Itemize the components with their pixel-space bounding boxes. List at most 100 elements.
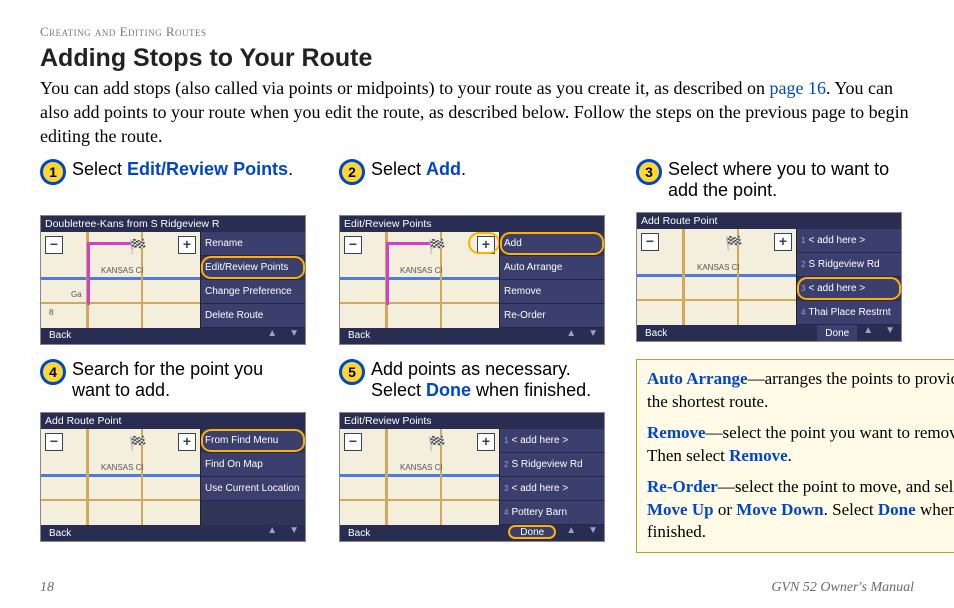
zoom-out-button[interactable]: − bbox=[45, 236, 63, 254]
step-2: 2 Select Add. Edit/Review Points 🏁 − + K… bbox=[339, 159, 629, 345]
gps3-title: Add Route Point bbox=[641, 215, 717, 227]
desc-reorder-1: —select the point to move, and select bbox=[718, 477, 954, 496]
desc-remove-2: . bbox=[788, 446, 792, 465]
flag-icon: 🏁 bbox=[428, 435, 445, 452]
menu-item-add-here-2[interactable]: < add here > bbox=[500, 477, 604, 501]
menu-item-auto-arrange[interactable]: Auto Arrange bbox=[500, 256, 604, 280]
gps4-map: 🏁 − + KANSAS CI bbox=[41, 429, 200, 525]
menu-item-from-find[interactable]: From Find Menu bbox=[201, 429, 305, 453]
term-remove-2: Remove bbox=[729, 446, 788, 465]
gps5-menu: < add here > S Ridgeview Rd < add here >… bbox=[499, 429, 604, 525]
desc-reorder-2: . Select bbox=[824, 500, 878, 519]
step-2-post: . bbox=[461, 159, 466, 179]
zoom-in-button[interactable]: + bbox=[774, 233, 792, 251]
page-16-link[interactable]: page 16 bbox=[770, 78, 826, 98]
map-label: KANSAS CI bbox=[697, 263, 740, 272]
scroll-down-icon[interactable]: ▼ bbox=[283, 525, 305, 541]
step-5-post: when finished. bbox=[471, 380, 591, 400]
menu-item-current-loc[interactable]: Use Current Location bbox=[201, 477, 305, 501]
done-button[interactable]: Done bbox=[817, 325, 857, 341]
gps4-title: Add Route Point bbox=[45, 415, 121, 427]
back-button[interactable]: Back bbox=[340, 328, 378, 344]
menu-item-change-pref[interactable]: Change Preference bbox=[201, 280, 305, 304]
scroll-up-icon[interactable]: ▲ bbox=[857, 325, 879, 341]
intro-paragraph: You can add stops (also called via point… bbox=[40, 77, 914, 149]
step-badge-5: 5 bbox=[339, 359, 365, 385]
gps3-map: 🏁 − + KANSAS CI bbox=[637, 229, 796, 325]
menu-item-delete-route[interactable]: Delete Route bbox=[201, 304, 305, 328]
menu-item-add-here-2[interactable]: < add here > bbox=[797, 277, 901, 301]
gps1-map: 🏁 − + KANSAS CI Ga 8 bbox=[41, 232, 200, 328]
scroll-up-icon[interactable]: ▲ bbox=[261, 328, 283, 344]
menu-item-rename[interactable]: Rename bbox=[201, 232, 305, 256]
gps-screenshot-2: Edit/Review Points 🏁 − + KANSAS CI Add A… bbox=[339, 215, 605, 345]
intro-text-1: You can add stops (also called via point… bbox=[40, 78, 770, 98]
step-badge-1: 1 bbox=[40, 159, 66, 185]
step-4-line-a: Search for the point you bbox=[72, 359, 263, 379]
flag-icon: 🏁 bbox=[725, 235, 742, 252]
scroll-down-icon[interactable]: ▼ bbox=[879, 325, 901, 341]
menu-item-add[interactable]: Add bbox=[500, 232, 604, 256]
gps1-title: Doubletree-Kans from S Ridgeview R bbox=[45, 218, 220, 230]
map-label: KANSAS CI bbox=[400, 266, 443, 275]
scroll-down-icon[interactable]: ▼ bbox=[582, 525, 604, 541]
back-button[interactable]: Back bbox=[41, 525, 79, 541]
gps1-menu: Rename Edit/Review Points Change Prefere… bbox=[200, 232, 305, 328]
zoom-out-button[interactable]: − bbox=[641, 233, 659, 251]
step-1: 1 Select Edit/Review Points. Doubletree-… bbox=[40, 159, 330, 345]
menu-item-reorder[interactable]: Re-Order bbox=[500, 304, 604, 328]
step-5-bold: Done bbox=[426, 380, 471, 400]
menu-item-find-on-map[interactable]: Find On Map bbox=[201, 453, 305, 477]
page-title: Adding Stops to Your Route bbox=[40, 44, 914, 73]
gps2-menu: Add Auto Arrange Remove Re-Order bbox=[499, 232, 604, 328]
step-5-pre: Select bbox=[371, 380, 426, 400]
gps-screenshot-4: Add Route Point 🏁 − + KANSAS CI From Fin… bbox=[40, 412, 306, 542]
term-remove: Remove bbox=[647, 423, 706, 442]
zoom-in-button[interactable]: + bbox=[178, 433, 196, 451]
menu-item-remove[interactable]: Remove bbox=[500, 280, 604, 304]
zoom-out-button[interactable]: − bbox=[344, 236, 362, 254]
page-number: 18 bbox=[40, 580, 54, 596]
menu-item-add-here-1[interactable]: < add here > bbox=[797, 229, 901, 253]
step-3-line-a: Select where you to want to bbox=[668, 159, 889, 179]
menu-item-ridgeview[interactable]: S Ridgeview Rd bbox=[500, 453, 604, 477]
back-button[interactable]: Back bbox=[340, 525, 378, 541]
term-auto-arrange: Auto Arrange bbox=[647, 369, 748, 388]
step-2-bold: Add bbox=[426, 159, 461, 179]
gps-screenshot-3: Add Route Point 🏁 − + KANSAS CI < add he… bbox=[636, 212, 902, 342]
map-label: KANSAS CI bbox=[101, 266, 144, 275]
zoom-out-button[interactable]: − bbox=[344, 433, 362, 451]
term-movedown: Move Down bbox=[736, 500, 823, 519]
term-done: Done bbox=[878, 500, 916, 519]
step-4-line-b: want to add. bbox=[72, 380, 170, 400]
section-label: Creating and Editing Routes bbox=[40, 24, 914, 40]
gps5-title: Edit/Review Points bbox=[344, 415, 432, 427]
menu-item-edit-review[interactable]: Edit/Review Points bbox=[201, 256, 305, 280]
zoom-out-button[interactable]: − bbox=[45, 433, 63, 451]
term-moveup: Move Up bbox=[647, 500, 714, 519]
term-reorder: Re-Order bbox=[647, 477, 718, 496]
step-3-line-b: add the point. bbox=[668, 180, 777, 200]
menu-item-thai-place[interactable]: Thai Place Restrnt bbox=[797, 301, 901, 325]
menu-item-pottery-barn[interactable]: Pottery Barn bbox=[500, 501, 604, 525]
menu-item-ridgeview[interactable]: S Ridgeview Rd bbox=[797, 253, 901, 277]
scroll-up-icon[interactable]: ▲ bbox=[261, 525, 283, 541]
back-button[interactable]: Back bbox=[637, 325, 675, 341]
gps4-menu: From Find Menu Find On Map Use Current L… bbox=[200, 429, 305, 525]
back-button[interactable]: Back bbox=[41, 328, 79, 344]
manual-name: GVN 52 Owner's Manual bbox=[771, 580, 914, 596]
scroll-down-icon[interactable]: ▼ bbox=[582, 328, 604, 344]
scroll-up-icon[interactable]: ▲ bbox=[560, 525, 582, 541]
gps3-menu: < add here > S Ridgeview Rd < add here >… bbox=[796, 229, 901, 325]
menu-item-add-here-1[interactable]: < add here > bbox=[500, 429, 604, 453]
zoom-in-button[interactable]: + bbox=[178, 236, 196, 254]
done-button[interactable]: Done bbox=[508, 525, 556, 539]
step-badge-3: 3 bbox=[636, 159, 662, 185]
zoom-in-button[interactable]: + bbox=[477, 433, 495, 451]
map-label: KANSAS CI bbox=[101, 463, 144, 472]
step-badge-4: 4 bbox=[40, 359, 66, 385]
scroll-down-icon[interactable]: ▼ bbox=[283, 328, 305, 344]
step-badge-2: 2 bbox=[339, 159, 365, 185]
step-3: 3 Select where you to want to add the po… bbox=[636, 159, 926, 342]
scroll-up-icon[interactable]: ▲ bbox=[560, 328, 582, 344]
